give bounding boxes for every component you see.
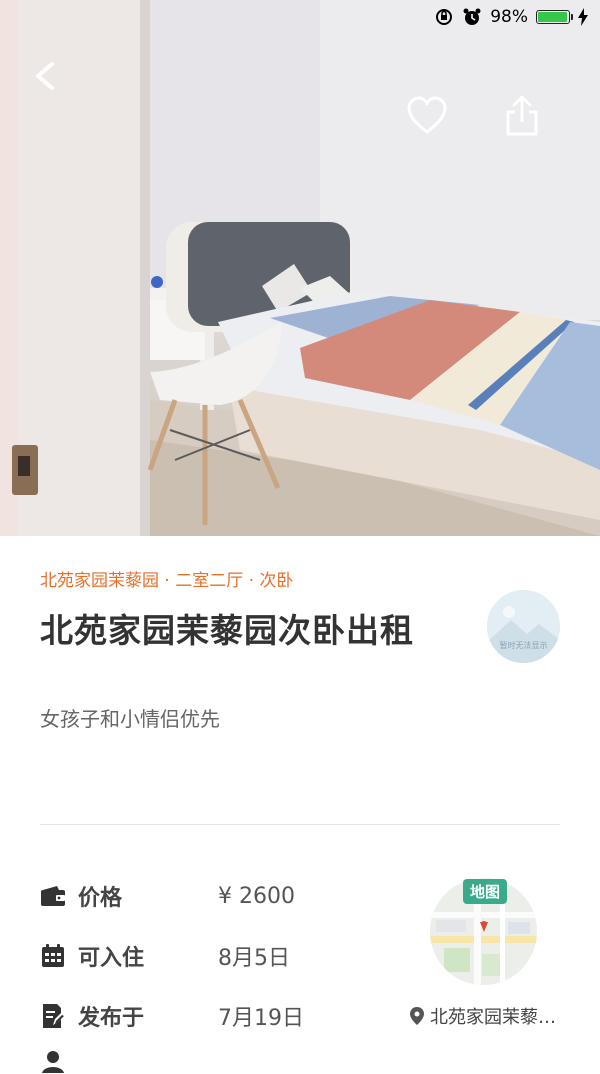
charging-icon [578, 8, 588, 26]
partial-row [40, 1048, 66, 1074]
edit-document-icon [40, 1003, 66, 1029]
share-icon [506, 95, 538, 136]
published-value: 7月19日 [218, 1006, 304, 1031]
image-placeholder-icon [487, 590, 560, 663]
back-button[interactable] [28, 56, 64, 96]
page-title: 北苑家园茉藜园次卧出租 [40, 611, 414, 650]
favorite-button[interactable] [404, 94, 450, 138]
status-bar: 98% [434, 6, 588, 28]
back-chevron-icon [36, 62, 54, 90]
share-button[interactable] [500, 92, 544, 138]
map-address-text: 北苑家园茉藜… [430, 1007, 556, 1028]
price-label: 价格 [78, 886, 123, 911]
price-value: ¥ 2600 [218, 883, 295, 909]
wallet-icon [40, 883, 66, 909]
heart-icon [407, 96, 447, 134]
listing-breadcrumb: 北苑家园茉藜园 · 二室二厅 · 次卧 [40, 571, 294, 591]
avatar[interactable]: 暂时无法显示 [487, 590, 560, 663]
avatar-placeholder-text: 暂时无法显示 [499, 641, 548, 650]
move-in-row: 可入住 8月5日 [40, 938, 290, 974]
map-badge[interactable]: 地图 [463, 879, 508, 904]
divider [40, 824, 560, 825]
published-label: 发布于 [78, 1006, 145, 1031]
map-address[interactable]: 北苑家园茉藜… [410, 1003, 556, 1029]
move-in-value: 8月5日 [218, 946, 290, 971]
price-row: 价格 ¥ 2600 [40, 878, 295, 914]
published-row: 发布于 7月19日 [40, 998, 304, 1034]
person-icon [40, 1048, 66, 1074]
battery-percentage: 98% [490, 7, 528, 27]
move-in-label: 可入住 [78, 946, 145, 971]
listing-description: 女孩子和小情侣优先 [40, 707, 220, 731]
battery-icon [536, 10, 573, 24]
battery-level [538, 12, 568, 22]
rotation-lock-icon [436, 9, 453, 25]
listing-photo[interactable]: 98% [0, 0, 600, 536]
alarm-icon [463, 8, 481, 25]
location-pin-icon [410, 1007, 424, 1025]
calendar-icon [40, 943, 66, 969]
bedroom-photo-illustration [0, 0, 600, 536]
